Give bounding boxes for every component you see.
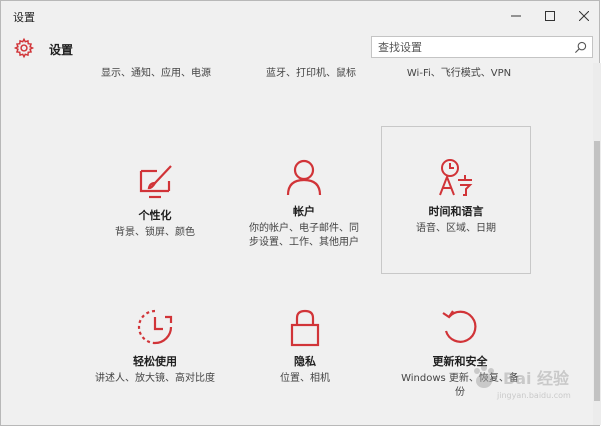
- scrollbar-thumb[interactable]: [594, 141, 600, 401]
- tile-accounts-desc: 你的帐户、电子邮件、同步设置、工作、其他用户: [249, 223, 359, 248]
- close-icon: [579, 11, 589, 21]
- personalization-icon: [139, 165, 172, 199]
- tile-system-desc[interactable]: 显示、通知、应用、电源: [91, 67, 221, 81]
- title-bar: 设置: [1, 1, 599, 31]
- maximize-button[interactable]: [533, 1, 567, 31]
- tile-network-desc[interactable]: Wi-Fi、飞行模式、VPN: [389, 67, 529, 81]
- update-security-icon: [442, 310, 477, 343]
- time-language-icon: [439, 159, 473, 196]
- search-input[interactable]: [372, 37, 568, 57]
- tile-ease-of-access-label: 轻松使用: [133, 355, 177, 368]
- tile-accounts-label: 帐户: [293, 205, 315, 218]
- tile-privacy[interactable]: 隐私 位置、相机: [247, 307, 363, 386]
- watermark-sub: jingyan.baidu.com: [497, 391, 571, 400]
- tile-privacy-desc: 位置、相机: [280, 373, 330, 384]
- page-title: 设置: [49, 43, 74, 57]
- tile-ease-of-access[interactable]: 轻松使用 讲述人、放大镜、高对比度: [89, 307, 221, 386]
- tile-privacy-label: 隐私: [294, 355, 316, 368]
- window-title: 设置: [13, 11, 35, 24]
- tile-ease-of-access-desc: 讲述人、放大镜、高对比度: [95, 373, 215, 384]
- maximize-icon: [545, 11, 555, 21]
- account-icon: [286, 159, 322, 196]
- minimize-icon: [511, 15, 521, 17]
- gear-icon: [13, 37, 35, 59]
- close-button[interactable]: [567, 1, 601, 31]
- watermark: Bai 经验 jingyan.baidu.com: [467, 359, 587, 413]
- tile-time-language-desc: 语音、区域、日期: [416, 223, 496, 234]
- search-icon[interactable]: [574, 41, 587, 54]
- minimize-button[interactable]: [499, 1, 533, 31]
- search-box[interactable]: [371, 36, 593, 58]
- tile-time-language[interactable]: 时间和语言 语音、区域、日期: [397, 157, 515, 236]
- paw-icon: [474, 365, 494, 388]
- ease-of-access-icon: [137, 309, 173, 345]
- settings-window: 设置 设置 显示、通知、应用、电源 蓝牙、打印机、鼠标 Wi-Fi、飞行模式、V…: [0, 0, 601, 426]
- tile-personalization-desc: 背景、锁屏、颜色: [115, 227, 195, 238]
- tile-personalization[interactable]: 个性化 背景、锁屏、颜色: [97, 161, 213, 240]
- tile-accounts[interactable]: 帐户 你的帐户、电子邮件、同步设置、工作、其他用户: [245, 157, 363, 250]
- watermark-text: Bai 经验: [503, 369, 570, 388]
- tile-time-language-label: 时间和语言: [428, 205, 484, 218]
- tile-devices-desc[interactable]: 蓝牙、打印机、鼠标: [246, 67, 376, 81]
- privacy-icon: [290, 309, 320, 347]
- tile-personalization-label: 个性化: [138, 209, 172, 222]
